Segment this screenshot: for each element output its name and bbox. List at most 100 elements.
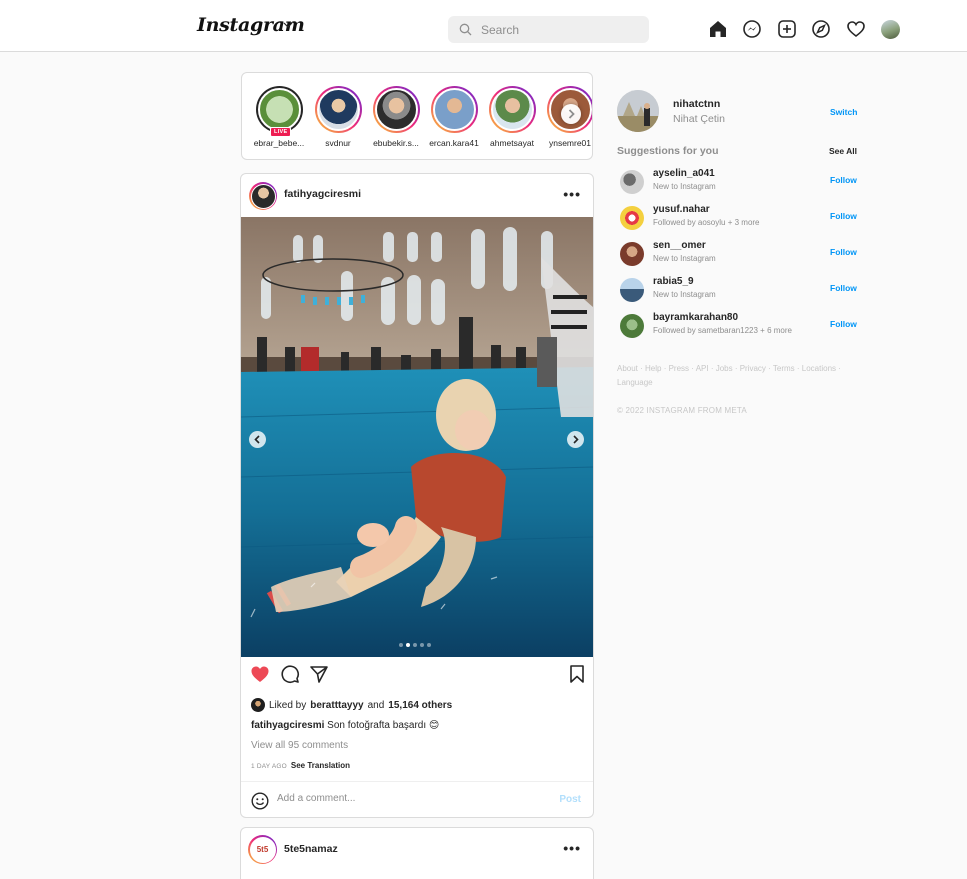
- caption-text: Son fotoğrafta başardı 😊: [327, 720, 440, 731]
- story-item[interactable]: ercan.kara41: [426, 86, 482, 148]
- post-author-avatar[interactable]: [249, 182, 277, 210]
- activity-heart-icon[interactable]: [846, 19, 866, 39]
- suggestion-subtitle: New to Instagram: [653, 290, 716, 299]
- search-icon: [459, 23, 472, 36]
- profile-avatar[interactable]: [881, 20, 900, 39]
- liker-avatar: [251, 698, 265, 712]
- story-avatar: [490, 88, 534, 131]
- carousel-dot-active: [406, 643, 410, 647]
- follow-button[interactable]: Follow: [830, 247, 857, 257]
- see-all-suggestions-link[interactable]: See All: [829, 146, 857, 156]
- likes-summary: Liked by beratttayyy and 15,164 others: [251, 698, 452, 712]
- carousel-dot: [427, 643, 431, 647]
- like-heart-icon[interactable]: [250, 664, 270, 684]
- top-navigation-bar: Instagram: [0, 0, 967, 52]
- chevron-right-icon: [568, 109, 575, 119]
- follow-button[interactable]: Follow: [830, 211, 857, 221]
- suggestion-username[interactable]: ayselin_a041: [653, 168, 715, 179]
- new-post-icon[interactable]: [777, 19, 797, 39]
- stories-next-button[interactable]: [561, 104, 581, 124]
- view-all-comments-link[interactable]: View all 95 comments: [251, 740, 348, 751]
- current-user-avatar[interactable]: [617, 90, 659, 132]
- suggestion-subtitle: New to Instagram: [653, 182, 716, 191]
- story-item[interactable]: svdnur: [310, 86, 366, 148]
- switch-account-button[interactable]: Switch: [830, 107, 857, 117]
- story-avatar: [257, 88, 301, 131]
- search-input[interactable]: [481, 20, 641, 39]
- post-author-username[interactable]: fatihyagciresmi: [284, 188, 361, 200]
- story-avatar: [432, 88, 476, 131]
- add-comment-row: Post: [241, 781, 593, 817]
- story-avatar: [316, 88, 360, 131]
- liked-by-user[interactable]: beratttayyy: [310, 700, 363, 711]
- story-username: svdnur: [325, 138, 351, 148]
- suggestion-item: rabia5_9 New to Instagram Follow: [620, 276, 860, 304]
- feed-post: 5t5 5te5namaz •••: [240, 827, 594, 879]
- chevron-left-icon: [254, 435, 260, 444]
- story-username: ebubekir.s...: [373, 138, 419, 148]
- post-timestamp-row: 1 DAY AGO See Translation: [251, 761, 350, 770]
- chevron-right-icon: [573, 435, 579, 444]
- feed-post: fatihyagciresmi ••• Liked by beratttayyy…: [240, 173, 594, 818]
- mosque-photo-illustration: [241, 217, 593, 657]
- emoji-icon[interactable]: [251, 792, 269, 810]
- carousel-next-button[interactable]: [567, 431, 584, 448]
- home-icon[interactable]: [708, 19, 728, 39]
- search-box[interactable]: [448, 16, 649, 43]
- story-username: ebrar_bebe...: [253, 138, 305, 148]
- story-item[interactable]: ebubekir.s...: [368, 86, 424, 148]
- chevron-down-icon[interactable]: [283, 21, 293, 29]
- suggestion-item: bayramkarahan80 Followed by sametbaran12…: [620, 312, 860, 340]
- suggestion-subtitle: Followed by sametbaran1223 + 6 more: [653, 326, 792, 335]
- post-author-avatar[interactable]: 5t5: [248, 835, 277, 864]
- carousel-dot: [399, 643, 403, 647]
- story-username: ahmetsayat: [490, 138, 534, 148]
- suggestion-avatar[interactable]: [620, 278, 644, 302]
- suggestion-username[interactable]: sen__omer: [653, 240, 706, 251]
- post-options-button[interactable]: •••: [563, 186, 581, 202]
- comment-input[interactable]: [277, 793, 547, 804]
- story-username: ynsemre01: [548, 138, 592, 148]
- liked-by-and: and: [367, 699, 385, 711]
- suggestion-avatar[interactable]: [620, 314, 644, 338]
- suggestion-avatar[interactable]: [620, 170, 644, 194]
- copyright-text: © 2022 INSTAGRAM FROM META: [617, 406, 747, 415]
- suggestion-username[interactable]: rabia5_9: [653, 276, 694, 287]
- share-direct-icon[interactable]: [309, 664, 329, 684]
- story-item[interactable]: ahmetsayat: [484, 86, 540, 148]
- see-translation-link[interactable]: See Translation: [291, 761, 350, 770]
- follow-button[interactable]: Follow: [830, 319, 857, 329]
- carousel-dot: [420, 643, 424, 647]
- current-user-username[interactable]: nihatctnn: [673, 98, 720, 110]
- post-options-button[interactable]: •••: [563, 840, 581, 856]
- follow-button[interactable]: Follow: [830, 283, 857, 293]
- comment-icon[interactable]: [280, 664, 300, 684]
- messenger-icon[interactable]: [742, 19, 762, 39]
- save-bookmark-icon[interactable]: [567, 664, 587, 684]
- suggestion-username[interactable]: yusuf.nahar: [653, 204, 710, 215]
- suggestion-item: ayselin_a041 New to Instagram Follow: [620, 168, 860, 196]
- caption-username[interactable]: fatihyagciresmi: [251, 720, 324, 731]
- carousel-indicator: [399, 643, 431, 647]
- post-comment-button[interactable]: Post: [559, 794, 581, 805]
- carousel-prev-button[interactable]: [249, 431, 266, 448]
- story-username: ercan.kara41: [429, 138, 479, 148]
- live-badge: LIVE: [270, 127, 292, 137]
- follow-button[interactable]: Follow: [830, 175, 857, 185]
- likes-count[interactable]: 15,164 others: [388, 700, 452, 711]
- explore-compass-icon[interactable]: [811, 19, 831, 39]
- profile-photo: [617, 90, 659, 132]
- story-item[interactable]: LIVE ebrar_bebe...: [251, 86, 307, 148]
- footer-links[interactable]: About · Help · Press · API · Jobs · Priv…: [617, 362, 862, 390]
- stories-tray: LIVE ebrar_bebe... svdnur ebubekir.s... …: [241, 72, 593, 160]
- current-user-fullname: Nihat Çetin: [673, 113, 725, 125]
- post-photo[interactable]: [241, 217, 593, 657]
- post-author-username[interactable]: 5te5namaz: [284, 843, 338, 855]
- suggestion-avatar[interactable]: [620, 206, 644, 230]
- post-caption: fatihyagciresmi Son fotoğrafta başardı 😊: [251, 720, 439, 731]
- suggestions-heading: Suggestions for you: [617, 145, 719, 157]
- suggestion-item: yusuf.nahar Followed by aosoylu + 3 more…: [620, 204, 860, 232]
- carousel-dot: [413, 643, 417, 647]
- suggestion-username[interactable]: bayramkarahan80: [653, 312, 738, 323]
- suggestion-avatar[interactable]: [620, 242, 644, 266]
